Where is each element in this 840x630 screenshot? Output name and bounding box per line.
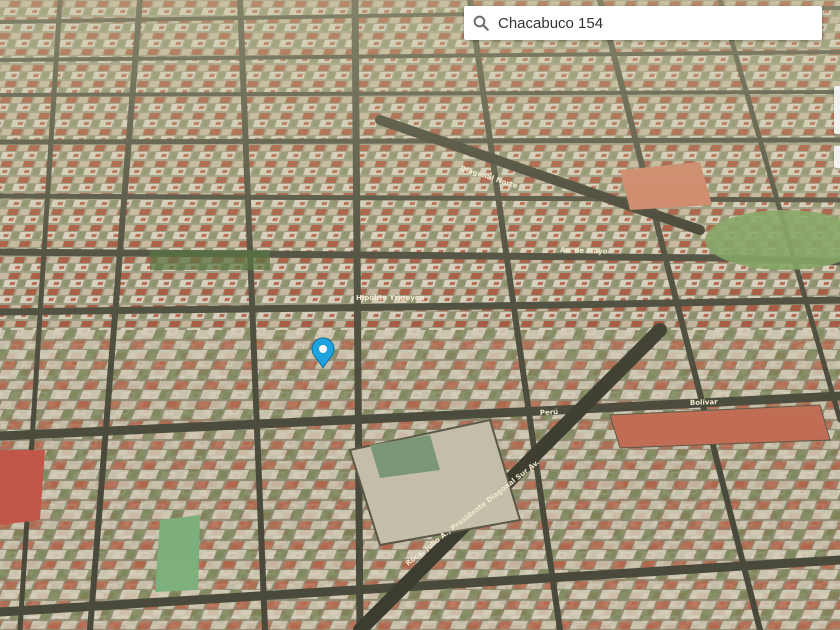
street-label: Hipólito Yrigoyen <box>356 294 425 302</box>
search-input[interactable] <box>498 14 798 32</box>
street-label: Bolívar <box>690 398 718 407</box>
search-box[interactable] <box>464 6 822 40</box>
zoom-control[interactable] <box>834 86 840 134</box>
satellite-map-3d[interactable]: Roca, Julio A., Presidente Diagonal Sur … <box>0 0 840 630</box>
street-label: Perú <box>540 408 559 417</box>
street-label: Av. de Mayo <box>560 246 608 256</box>
atmosphere-haze <box>0 0 840 630</box>
search-icon[interactable] <box>464 6 498 40</box>
compass-control[interactable] <box>834 146 840 168</box>
